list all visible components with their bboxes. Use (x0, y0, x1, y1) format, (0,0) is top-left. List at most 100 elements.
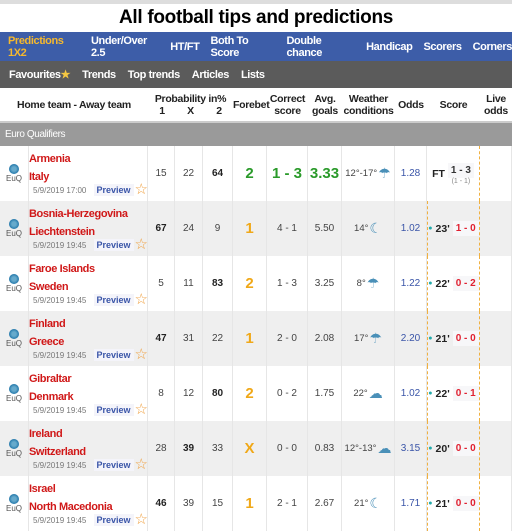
live-odds-cell (480, 201, 512, 256)
nav-tab[interactable]: HT/FT (170, 41, 200, 53)
odds[interactable]: 1.22 (395, 256, 427, 311)
header-live-odds: Live odds (484, 92, 508, 117)
prob-away: 22 (203, 311, 233, 366)
temperature: 8° (356, 278, 366, 289)
odds[interactable]: 1.28 (395, 146, 427, 201)
favourite-star-icon[interactable]: ☆ (135, 237, 148, 252)
live-odds-cell (480, 146, 512, 201)
live-score[interactable]: 0 - 1 (452, 386, 479, 401)
table-header: Home team - Away team Probability in% 1 X… (0, 88, 512, 123)
away-team[interactable]: Greece (29, 333, 64, 351)
teams-cell: Ireland Switzerland 5/9/2019 19:45 Preview… (29, 421, 148, 476)
match-date: 5/9/2019 19:45 (33, 241, 87, 250)
live-score[interactable]: 0 - 0 (452, 441, 479, 456)
league-badge-label: EuQ (5, 394, 22, 403)
score-cell: ● 21' 0 - 0 (427, 476, 480, 531)
nav-link[interactable]: Articles (192, 69, 230, 81)
odds[interactable]: 2.20 (395, 311, 427, 366)
correct-score: 2 - 1 (267, 476, 308, 531)
favourite-star-icon[interactable]: ☆ (135, 512, 148, 527)
correct-score: 0 - 2 (267, 366, 308, 421)
header-p2: 2 (216, 104, 222, 117)
away-team[interactable]: Denmark (29, 388, 74, 406)
away-team[interactable]: Switzerland (29, 443, 86, 461)
odds[interactable]: 1.02 (395, 366, 427, 421)
temperature: 12°-13° (344, 443, 377, 454)
away-team[interactable]: Sweden (29, 278, 69, 296)
nav-tab[interactable]: Predictions 1X2 (8, 35, 80, 59)
preview-button[interactable]: Preview (93, 294, 134, 306)
league-badge: EuQ (0, 201, 29, 256)
avg-goals: 2.08 (308, 311, 342, 366)
match-row[interactable]: EuQ Israel North Macedonia 5/9/2019 19:45 … (0, 476, 512, 531)
nav-tab[interactable]: Both To Score (210, 35, 275, 59)
nav-tab[interactable]: Corners (473, 41, 512, 53)
preview-button[interactable]: Preview (93, 184, 134, 196)
header-weather: Weather conditions (343, 92, 394, 117)
nav-link[interactable]: Favourites★ (9, 68, 71, 81)
nav-link[interactable]: Top trends (128, 69, 180, 81)
match-list: EuQ Armenia Italy 5/9/2019 17:00 Preview ☆ … (0, 146, 512, 531)
favourite-star-icon[interactable]: ☆ (135, 457, 148, 472)
preview-button[interactable]: Preview (93, 459, 134, 471)
live-score[interactable]: 0 - 2 (452, 276, 479, 291)
home-team[interactable]: Israel (29, 480, 56, 498)
preview-button[interactable]: Preview (93, 514, 134, 526)
nav-tab[interactable]: Double chance (286, 35, 355, 59)
away-team[interactable]: Italy (29, 168, 49, 186)
teams-cell: Faroe Islands Sweden 5/9/2019 19:45 Previe… (29, 256, 148, 311)
nav-tab[interactable]: Scorers (423, 41, 462, 53)
match-date: 5/9/2019 19:45 (33, 296, 87, 305)
favourite-star-icon[interactable]: ☆ (135, 182, 148, 197)
home-team[interactable]: Faroe Islands (29, 260, 95, 278)
home-team[interactable]: Ireland (29, 425, 63, 443)
home-team[interactable]: Armenia (29, 150, 71, 168)
nav-tab[interactable]: Handicap (366, 41, 413, 53)
header-avg-goals: Avg. goals (312, 92, 338, 117)
match-minute: 20' (435, 442, 450, 455)
nav-tab[interactable]: Under/Over 2.5 (91, 35, 159, 59)
euro-ball-icon (9, 439, 19, 449)
favourite-star-icon[interactable]: ☆ (135, 347, 148, 362)
match-row[interactable]: EuQ Bosnia-Herzegovina Liechtenstein 5/9/2… (0, 201, 512, 256)
nav-link[interactable]: Lists (241, 69, 265, 81)
home-team[interactable]: Gibraltar (29, 370, 72, 388)
odds[interactable]: 1.02 (395, 201, 427, 256)
nav-link[interactable]: Trends (82, 69, 116, 81)
teams-cell: Israel North Macedonia 5/9/2019 19:45 Prev… (29, 476, 148, 531)
league-badge-label: EuQ (5, 229, 22, 238)
live-dot-icon: ● (428, 390, 433, 397)
away-team[interactable]: Liechtenstein (29, 223, 95, 241)
weather-cell: 8° ☂ (342, 256, 395, 311)
home-team[interactable]: Bosnia-Herzegovina (29, 205, 128, 223)
live-score[interactable]: 0 - 0 (452, 331, 479, 346)
match-row[interactable]: EuQ Ireland Switzerland 5/9/2019 19:45 Pre… (0, 421, 512, 476)
match-row[interactable]: EuQ Gibraltar Denmark 5/9/2019 19:45 Previ… (0, 366, 512, 421)
prob-away: 33 (203, 421, 233, 476)
favourite-star-icon[interactable]: ☆ (135, 292, 148, 307)
match-row[interactable]: EuQ Faroe Islands Sweden 5/9/2019 19:45 Pr… (0, 256, 512, 311)
weather-cell: 14° ☾ (342, 201, 395, 256)
preview-button[interactable]: Preview (93, 239, 134, 251)
home-team[interactable]: Finland (29, 315, 66, 333)
live-dot-icon: ● (428, 280, 433, 287)
preview-button[interactable]: Preview (93, 404, 134, 416)
match-row[interactable]: EuQ Armenia Italy 5/9/2019 17:00 Preview ☆ … (0, 146, 512, 201)
favourite-star-icon[interactable]: ☆ (135, 402, 148, 417)
odds[interactable]: 3.15 (395, 421, 427, 476)
match-minute: 23' (435, 222, 450, 235)
live-score[interactable]: 0 - 0 (452, 496, 479, 511)
match-date: 5/9/2019 19:45 (33, 351, 87, 360)
preview-button[interactable]: Preview (93, 349, 134, 361)
teams-cell: Armenia Italy 5/9/2019 17:00 Preview ☆ (29, 146, 148, 201)
live-odds-cell (480, 256, 512, 311)
odds[interactable]: 1.71 (395, 476, 427, 531)
euro-ball-icon (9, 164, 19, 174)
league-header: Euro Qualifiers (0, 123, 512, 146)
weather-cell: 12°-13° ☁ (342, 421, 395, 476)
live-score[interactable]: 1 - 0 (452, 221, 479, 236)
league-badge: EuQ (0, 256, 29, 311)
match-row[interactable]: EuQ Finland Greece 5/9/2019 19:45 Preview ☆… (0, 311, 512, 366)
header-teams: Home team - Away team (17, 98, 131, 111)
score-cell: ● 23' 1 - 0 (427, 201, 480, 256)
